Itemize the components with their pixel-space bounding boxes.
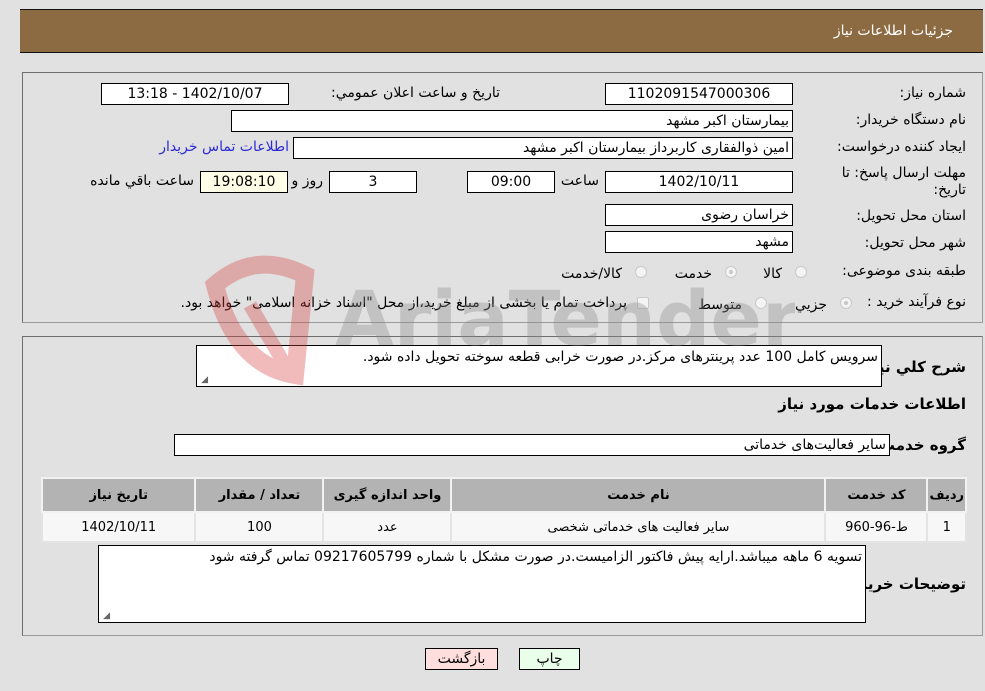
cell-row-number: 1 (926, 511, 967, 543)
remaining-time-field: 19:08:10 (200, 171, 288, 193)
remaining-time-label: ساعت باقي مانده (90, 173, 194, 189)
days-label: روز و (291, 173, 324, 189)
deadline-time-field[interactable]: 09:00 (467, 171, 555, 193)
treasury-note: پرداخت تمام یا بخشی از مبلغ خرید،از محل … (180, 295, 627, 311)
announce-datetime-field[interactable]: 1402/10/07 - 13:18 (101, 83, 289, 105)
table-header-row: ردیف کد خدمت نام خدمت واحد اندازه گیری ت… (40, 477, 967, 513)
need-number-label: شماره نیاز: (899, 85, 967, 101)
services-section-title: اطلاعات خدمات مورد نیاز (778, 395, 966, 413)
back-button[interactable]: بازگشت (425, 648, 498, 670)
announce-datetime-label: تاریخ و ساعت اعلان عمومي: (331, 85, 500, 101)
resize-grip-icon[interactable]: ◢ (199, 376, 208, 385)
category-label: طبقه بندی موضوعی: (842, 263, 966, 279)
description-text: سرویس کامل 100 عدد پرینترهای مرکز.در صور… (362, 349, 878, 365)
purchase-type-label: نوع فرآیند خرید : (867, 294, 966, 310)
col-header-unit: واحد اندازه گیری (322, 477, 453, 513)
treasury-checkbox[interactable] (637, 297, 649, 309)
purchase-type-medium-radio[interactable] (755, 297, 767, 309)
cell-service-code: ط-96-960 (824, 511, 929, 543)
purchase-type-minor-radio[interactable] (840, 297, 852, 309)
page-title: جزئیات اطلاعات نیاز (833, 23, 953, 39)
purchase-type-minor-label: جزیي (795, 297, 827, 313)
buyer-notes-textarea[interactable]: تسویه 6 ماهه میباشد.ارایه پیش فاکتور الز… (98, 545, 866, 623)
col-header-service-name: نام خدمت (450, 477, 827, 513)
category-goods-service-label: کالا/خدمت (561, 266, 622, 282)
category-goods-service-radio[interactable] (635, 266, 647, 278)
city-label: شهر محل تحویل: (864, 235, 966, 251)
buyer-org-label: نام دستگاه خریدار: (855, 112, 966, 128)
services-table: ردیف کد خدمت نام خدمت واحد اندازه گیری ت… (40, 477, 967, 543)
buyer-contact-link[interactable]: اطلاعات تماس خریدار (159, 139, 289, 155)
deadline-date-field[interactable]: 1402/10/11 (605, 171, 793, 193)
category-service-radio[interactable] (725, 266, 737, 278)
city-field[interactable]: مشهد (605, 231, 793, 253)
resize-grip-icon[interactable]: ◢ (101, 612, 110, 621)
category-goods-label: کالا (763, 266, 782, 282)
col-header-row-number: ردیف (926, 477, 967, 513)
category-goods-radio[interactable] (795, 266, 807, 278)
province-label: استان محل تحویل: (856, 208, 966, 224)
deadline-label: مهلت ارسال پاسخ: تا تاریخ: (841, 165, 966, 198)
services-panel: شرح کلي نیاز: سرویس کامل 100 عدد پرینتره… (22, 336, 983, 636)
need-number-field[interactable]: 1102091547000306 (605, 83, 793, 105)
requester-label: ایجاد کننده درخواست: (837, 139, 966, 155)
buyer-org-field[interactable]: بیمارستان اکبر مشهد (231, 110, 793, 132)
col-header-quantity: تعداد / مقدار (194, 477, 325, 513)
cell-service-name: سایر فعالیت های خدماتی شخصی (450, 511, 827, 543)
col-header-need-date: تاریخ نیاز (40, 477, 197, 513)
print-button[interactable]: چاپ (519, 648, 580, 670)
buyer-notes-text: تسویه 6 ماهه میباشد.ارایه پیش فاکتور الز… (209, 549, 862, 565)
col-header-service-code: کد خدمت (824, 477, 929, 513)
table-row: 1 ط-96-960 سایر فعالیت های خدماتی شخصی ع… (40, 511, 967, 543)
purchase-type-medium-label: متوسط (698, 297, 742, 313)
cell-quantity: 100 (194, 511, 325, 543)
details-panel: شماره نیاز: 1102091547000306 تاریخ و ساع… (22, 72, 983, 323)
province-field[interactable]: خراسان رضوی (605, 204, 793, 226)
category-service-label: خدمت (674, 266, 712, 282)
remaining-days-field: 3 (329, 171, 417, 193)
cell-need-date: 1402/10/11 (40, 511, 197, 543)
cell-unit: عدد (322, 511, 453, 543)
description-textarea[interactable]: سرویس کامل 100 عدد پرینترهای مرکز.در صور… (196, 345, 882, 387)
service-group-field[interactable]: سایر فعالیت‌های خدماتی (174, 434, 890, 456)
requester-field[interactable]: امین ذوالفقاری کاربرداز بیمارستان اکبر م… (293, 137, 793, 159)
page-header: جزئیات اطلاعات نیاز (20, 9, 983, 53)
deadline-time-label: ساعت (560, 173, 599, 189)
